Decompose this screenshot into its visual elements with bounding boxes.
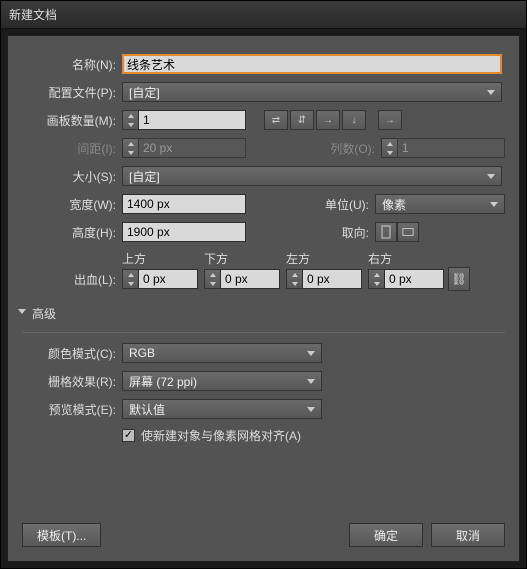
size-label: 大小(S): <box>22 168 122 185</box>
orientation-landscape-icon[interactable] <box>397 222 419 242</box>
spinner-buttons[interactable] <box>122 110 138 130</box>
window-title: 新建文档 <box>9 6 57 23</box>
arrange-right-icon[interactable]: → <box>316 110 340 130</box>
color-mode-label: 颜色模式(C): <box>22 345 122 362</box>
units-select[interactable]: 像素 <box>375 194 505 214</box>
units-label: 单位(U): <box>305 196 375 213</box>
profile-select[interactable]: [自定] <box>122 82 502 102</box>
bleed-right-spinner[interactable] <box>368 269 444 289</box>
artboards-spinner[interactable] <box>122 110 246 130</box>
bleed-left-label: 左方 <box>286 250 368 267</box>
bleed-top-label: 上方 <box>122 250 204 267</box>
artboards-input[interactable] <box>138 110 246 130</box>
preview-select[interactable]: 默认值 <box>122 399 322 419</box>
bleed-top-input[interactable] <box>138 269 198 289</box>
width-label: 宽度(W): <box>22 196 122 213</box>
dialog-new-document: 新建文档 名称(N): 配置文件(P): [自定] 画板数量(M): ⇄ ⇵ →… <box>0 0 527 569</box>
bleed-right-label: 右方 <box>368 250 450 267</box>
grid-row-icon[interactable]: ⇄ <box>264 110 288 130</box>
width-input[interactable] <box>122 194 246 214</box>
bleed-bottom-spinner[interactable] <box>204 269 280 289</box>
name-input[interactable] <box>122 54 502 74</box>
bleed-top-spinner[interactable] <box>122 269 198 289</box>
raster-label: 栅格效果(R): <box>22 373 122 390</box>
link-bleed-icon[interactable]: ⛓ <box>448 267 470 291</box>
cancel-button[interactable]: 取消 <box>431 523 505 547</box>
grid-col-icon[interactable]: ⇵ <box>290 110 314 130</box>
bleed-label: 出血(L): <box>22 271 122 288</box>
titlebar[interactable]: 新建文档 <box>1 1 526 29</box>
preview-label: 预览模式(E): <box>22 401 122 418</box>
color-mode-select[interactable]: RGB <box>122 343 322 363</box>
raster-select[interactable]: 屏幕 (72 ppi) <box>122 371 322 391</box>
dialog-body: 名称(N): 配置文件(P): [自定] 画板数量(M): ⇄ ⇵ → ↓ → … <box>7 35 520 562</box>
divider <box>22 332 505 333</box>
name-label: 名称(N): <box>22 56 122 73</box>
columns-spinner <box>381 138 505 158</box>
size-select[interactable]: [自定] <box>122 166 502 186</box>
bleed-right-input[interactable] <box>384 269 444 289</box>
height-label: 高度(H): <box>22 224 122 241</box>
orientation-label: 取向: <box>305 224 375 241</box>
profile-label: 配置文件(P): <box>22 84 122 101</box>
arrange-down-icon[interactable]: ↓ <box>342 110 366 130</box>
bleed-left-input[interactable] <box>302 269 362 289</box>
spacing-input <box>138 138 246 158</box>
columns-label: 列数(O): <box>311 140 381 157</box>
templates-button[interactable]: 模板(T)... <box>22 523 101 547</box>
spacing-label: 间距(I): <box>22 140 122 157</box>
bleed-bottom-input[interactable] <box>220 269 280 289</box>
align-pixel-grid-label: 使新建对象与像素网格对齐(A) <box>141 427 301 444</box>
artboards-label: 画板数量(M): <box>22 112 122 129</box>
ok-button[interactable]: 确定 <box>349 523 423 547</box>
bleed-left-spinner[interactable] <box>286 269 362 289</box>
advanced-header[interactable]: 高级 <box>18 305 505 322</box>
chevron-down-icon <box>18 309 26 318</box>
orientation-portrait-icon[interactable] <box>375 222 397 242</box>
columns-input <box>397 138 505 158</box>
bleed-bottom-label: 下方 <box>204 250 286 267</box>
arrange-custom-icon[interactable]: → <box>378 110 402 130</box>
spacing-spinner <box>122 138 246 158</box>
align-pixel-grid-checkbox[interactable] <box>122 429 135 442</box>
height-input[interactable] <box>122 222 246 242</box>
